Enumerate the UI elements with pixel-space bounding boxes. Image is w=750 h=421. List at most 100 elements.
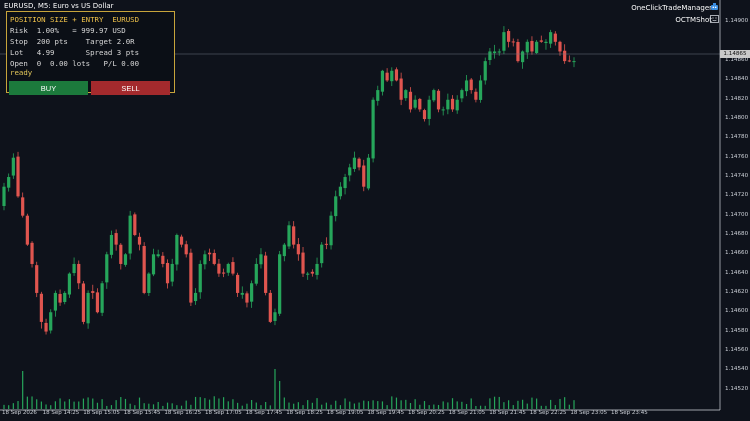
volume-bar: [307, 400, 309, 409]
candle-body: [399, 78, 403, 100]
volume-bar: [377, 401, 379, 409]
current-price-tag: 1.14865: [720, 50, 750, 58]
expert-name-1[interactable]: OCTMShot: [675, 16, 712, 24]
volume-bar: [423, 401, 426, 409]
candle-body: [63, 292, 67, 302]
candle-body: [49, 312, 53, 331]
volume-bar: [12, 403, 14, 409]
volume-bar: [419, 404, 421, 409]
candle-body: [436, 90, 441, 110]
volume-bar: [545, 405, 547, 409]
volume-bar: [321, 404, 323, 409]
candle-body: [334, 196, 338, 217]
volume-bar: [246, 403, 248, 409]
volume-bar: [237, 402, 239, 409]
volume-bar: [330, 404, 332, 409]
price-tick-label: 1.14540: [725, 366, 749, 373]
expert-name-0[interactable]: OneClickTradeManager: [631, 4, 712, 12]
volume-bar: [194, 396, 197, 409]
robot-icon[interactable]: [710, 3, 719, 11]
volume-bar: [344, 398, 346, 409]
volume-bar: [573, 400, 575, 409]
candle-body: [236, 274, 240, 293]
candle-body: [217, 263, 221, 274]
volume-bar: [522, 399, 524, 409]
volume-bar: [283, 397, 285, 409]
candle-body: [30, 242, 34, 264]
candle-body: [521, 51, 525, 63]
time-tick-label: 18 Sep 23:45: [611, 410, 648, 416]
price-tick-label: 1.14520: [725, 385, 749, 392]
volume-bar: [152, 404, 155, 409]
candle-body: [310, 271, 314, 274]
candle-body: [371, 99, 375, 159]
candle-body: [282, 244, 286, 257]
volume-bar: [40, 401, 42, 409]
volume-bar: [288, 402, 290, 409]
volume-bar: [391, 396, 393, 409]
smiley-icon[interactable]: [710, 15, 719, 23]
volume-bar: [269, 405, 271, 409]
candle-body: [100, 283, 104, 313]
volume-bar: [498, 396, 500, 409]
volume-bar: [493, 396, 496, 409]
volume-histogram: [3, 369, 575, 409]
volume-bar: [531, 397, 533, 409]
volume-bar: [564, 397, 566, 409]
volume-bar: [297, 402, 299, 409]
candle-body: [184, 244, 188, 255]
candle-body: [385, 72, 389, 81]
volume-bar: [73, 401, 75, 409]
candle-body: [404, 90, 408, 99]
price-tick-label: 1.14620: [725, 288, 749, 295]
volume-bar: [101, 399, 103, 409]
volume-bar: [470, 398, 472, 409]
volume-bar: [302, 405, 304, 409]
candle-body: [250, 283, 254, 302]
candle-body: [315, 263, 319, 275]
volume-bar: [87, 397, 89, 409]
volume-bar: [96, 402, 99, 409]
volume-bar: [335, 400, 337, 409]
candle-body: [357, 158, 361, 168]
candle-body: [156, 254, 160, 257]
volume-bar: [162, 405, 164, 409]
candle-body: [422, 110, 427, 120]
time-tick-label: 18 Sep 17:45: [245, 410, 283, 416]
volume-bar: [372, 400, 374, 409]
volume-bar: [171, 403, 173, 409]
volume-bar: [475, 405, 477, 409]
volume-bar: [489, 398, 491, 409]
candle-body: [203, 254, 207, 265]
volume-bar: [78, 401, 80, 409]
candle-body: [114, 233, 118, 245]
volume-bar: [208, 399, 211, 409]
volume-bar: [409, 403, 412, 409]
candle-body: [348, 167, 352, 176]
candle-body: [535, 41, 539, 54]
candle-body: [67, 273, 72, 295]
candle-body: [492, 51, 497, 54]
volume-bar: [185, 400, 187, 409]
volume-bar: [456, 401, 458, 409]
volume-bar: [190, 404, 192, 409]
volume-bar: [353, 403, 356, 409]
candle-body: [193, 292, 198, 302]
sell-button[interactable]: SELL: [91, 81, 170, 95]
candle-body: [133, 214, 137, 235]
candle-body: [455, 99, 459, 111]
volume-bar: [279, 381, 281, 409]
buy-button[interactable]: BUY: [9, 81, 88, 95]
candle-body: [259, 254, 263, 265]
status-text: ready: [10, 68, 33, 77]
candle-body: [432, 90, 436, 101]
time-tick-label: 18 Sep 19:05: [326, 410, 364, 416]
candle-body: [390, 70, 394, 82]
volume-bar: [134, 405, 136, 409]
candle-body: [179, 236, 184, 245]
volume-bar: [218, 398, 220, 409]
candle-body: [324, 243, 328, 245]
candle-body: [11, 157, 15, 176]
volume-bar: [559, 398, 561, 409]
candle-body: [165, 262, 170, 284]
